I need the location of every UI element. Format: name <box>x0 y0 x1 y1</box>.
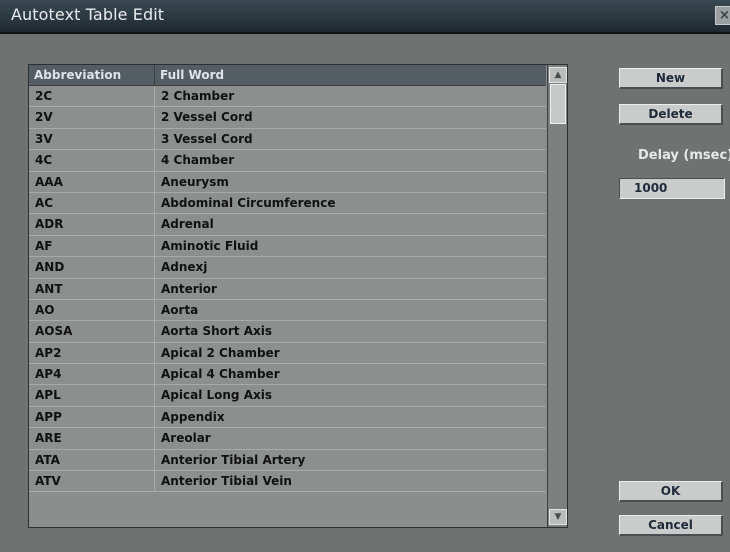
full-word-cell[interactable]: Apical 2 Chamber <box>155 343 546 363</box>
table-row[interactable]: AF Aminotic Fluid <box>29 235 546 258</box>
delay-label: Delay (msec) <box>638 148 730 163</box>
ok-button[interactable]: OK <box>619 481 723 502</box>
table-row[interactable]: AO Aorta <box>29 299 546 322</box>
autotext-table: Abbreviation Full Word 2C 2 Chamber 2V 2 Ve… <box>28 64 568 528</box>
abbreviation-cell[interactable]: AND <box>29 257 155 278</box>
table-row[interactable]: ATV Anterior Tibial Vein <box>29 471 546 493</box>
full-word-cell[interactable]: Apical 4 Chamber <box>155 364 546 384</box>
scroll-up-button[interactable]: ▲ <box>549 67 567 83</box>
full-word-cell[interactable]: 2 Chamber <box>155 86 546 106</box>
column-header-full-word[interactable]: Full Word <box>155 65 546 85</box>
abbreviation-cell[interactable]: ARE <box>29 428 155 449</box>
full-word-cell[interactable]: Aneurysm <box>155 172 546 192</box>
full-word-cell[interactable]: 3 Vessel Cord <box>155 129 546 149</box>
full-word-cell[interactable]: Areolar <box>155 428 546 448</box>
table-row[interactable]: AC Abdominal Circumference <box>29 192 546 215</box>
table-header: Abbreviation Full Word <box>29 65 546 86</box>
table-row[interactable]: AOSA Aorta Short Axis <box>29 321 546 343</box>
abbreviation-cell[interactable]: AC <box>29 192 155 214</box>
delay-input[interactable]: 1000 <box>619 178 725 199</box>
table-row[interactable]: 3V 3 Vessel Cord <box>29 128 546 151</box>
full-word-cell[interactable]: Aorta Short Axis <box>155 321 546 341</box>
full-word-cell[interactable]: Aorta <box>155 300 546 320</box>
table-row[interactable]: ADR Adrenal <box>29 214 546 236</box>
scroll-thumb[interactable] <box>550 84 566 124</box>
full-word-cell[interactable]: Adrenal <box>155 214 546 234</box>
close-button[interactable]: × <box>715 6 730 25</box>
abbreviation-cell[interactable]: AP2 <box>29 342 155 364</box>
table-row[interactable]: ATA Anterior Tibial Artery <box>29 449 546 472</box>
abbreviation-cell[interactable]: 2V <box>29 107 155 128</box>
table-row[interactable]: ANT Anterior <box>29 278 546 300</box>
full-word-cell[interactable]: Apical Long Axis <box>155 385 546 405</box>
arrow-down-icon: ▼ <box>554 512 562 522</box>
table-row[interactable]: APL Apical Long Axis <box>29 385 546 407</box>
abbreviation-cell[interactable]: 3V <box>29 128 155 150</box>
full-word-cell[interactable]: Anterior <box>155 279 546 299</box>
abbreviation-cell[interactable]: APL <box>29 385 155 406</box>
close-icon: × <box>719 8 730 23</box>
full-word-cell[interactable]: Adnexj <box>155 257 546 277</box>
full-word-cell[interactable]: Appendix <box>155 407 546 427</box>
abbreviation-cell[interactable]: AP4 <box>29 364 155 385</box>
arrow-up-icon: ▲ <box>554 70 562 80</box>
abbreviation-cell[interactable]: ADR <box>29 214 155 235</box>
table-row[interactable]: 2V 2 Vessel Cord <box>29 107 546 129</box>
vertical-scrollbar[interactable]: ▲ ▼ <box>547 65 567 527</box>
abbreviation-cell[interactable]: AO <box>29 299 155 321</box>
abbreviation-cell[interactable]: AF <box>29 235 155 257</box>
full-word-cell[interactable]: 4 Chamber <box>155 150 546 170</box>
abbreviation-cell[interactable]: 4C <box>29 150 155 171</box>
table-row[interactable]: AND Adnexj <box>29 257 546 279</box>
window-title: Autotext Table Edit <box>11 5 165 24</box>
cancel-button[interactable]: Cancel <box>619 515 723 536</box>
scroll-down-button[interactable]: ▼ <box>549 509 567 525</box>
abbreviation-cell[interactable]: 2C <box>29 86 155 107</box>
full-word-cell[interactable]: Aminotic Fluid <box>155 236 546 256</box>
abbreviation-cell[interactable]: ATV <box>29 471 155 492</box>
abbreviation-cell[interactable]: AOSA <box>29 321 155 342</box>
full-word-cell[interactable]: 2 Vessel Cord <box>155 107 546 127</box>
table-row[interactable]: 4C 4 Chamber <box>29 150 546 172</box>
full-word-cell[interactable]: Anterior Tibial Artery <box>155 450 546 470</box>
table-row[interactable]: APP Appendix <box>29 406 546 429</box>
table-row[interactable]: AP2 Apical 2 Chamber <box>29 342 546 365</box>
new-button[interactable]: New <box>619 68 723 89</box>
abbreviation-cell[interactable]: APP <box>29 406 155 428</box>
title-bar[interactable]: Autotext Table Edit × <box>0 0 730 34</box>
full-word-cell[interactable]: Anterior Tibial Vein <box>155 471 546 491</box>
table-body: 2C 2 Chamber 2V 2 Vessel Cord 3V 3 Vessel Cor… <box>29 86 546 493</box>
table-row[interactable]: 2C 2 Chamber <box>29 86 546 108</box>
table-row[interactable]: ARE Areolar <box>29 428 546 450</box>
table-row[interactable]: AAA Aneurysm <box>29 171 546 193</box>
abbreviation-cell[interactable]: ATA <box>29 449 155 471</box>
column-header-abbreviation[interactable]: Abbreviation <box>29 65 155 85</box>
table-row[interactable]: AP4 Apical 4 Chamber <box>29 364 546 386</box>
abbreviation-cell[interactable]: AAA <box>29 171 155 192</box>
full-word-cell[interactable]: Abdominal Circumference <box>155 193 546 213</box>
abbreviation-cell[interactable]: ANT <box>29 278 155 299</box>
delete-button[interactable]: Delete <box>619 104 723 125</box>
